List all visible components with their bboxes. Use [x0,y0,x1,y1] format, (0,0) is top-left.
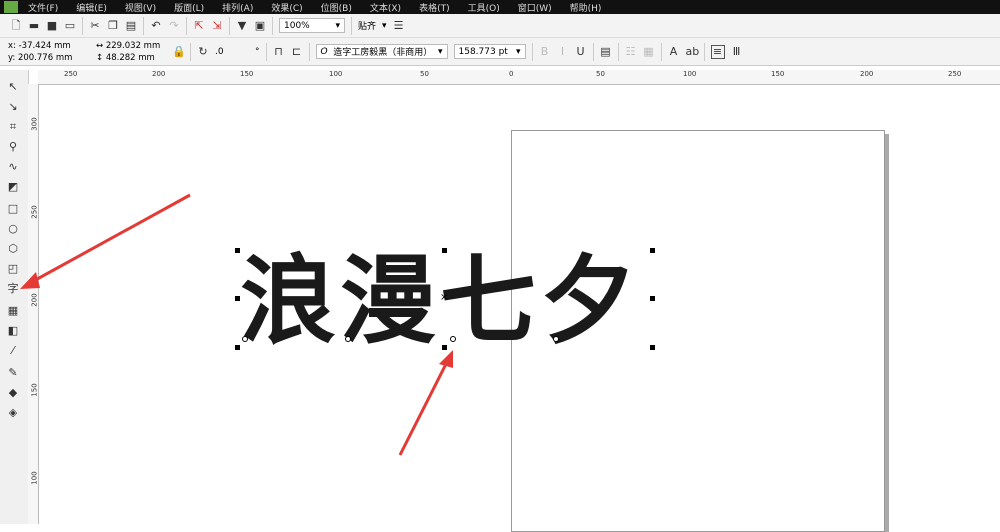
annotation-arrows [20,193,453,456]
arrow-to-text-tool [20,193,191,289]
arrow-to-text-node [398,350,453,456]
